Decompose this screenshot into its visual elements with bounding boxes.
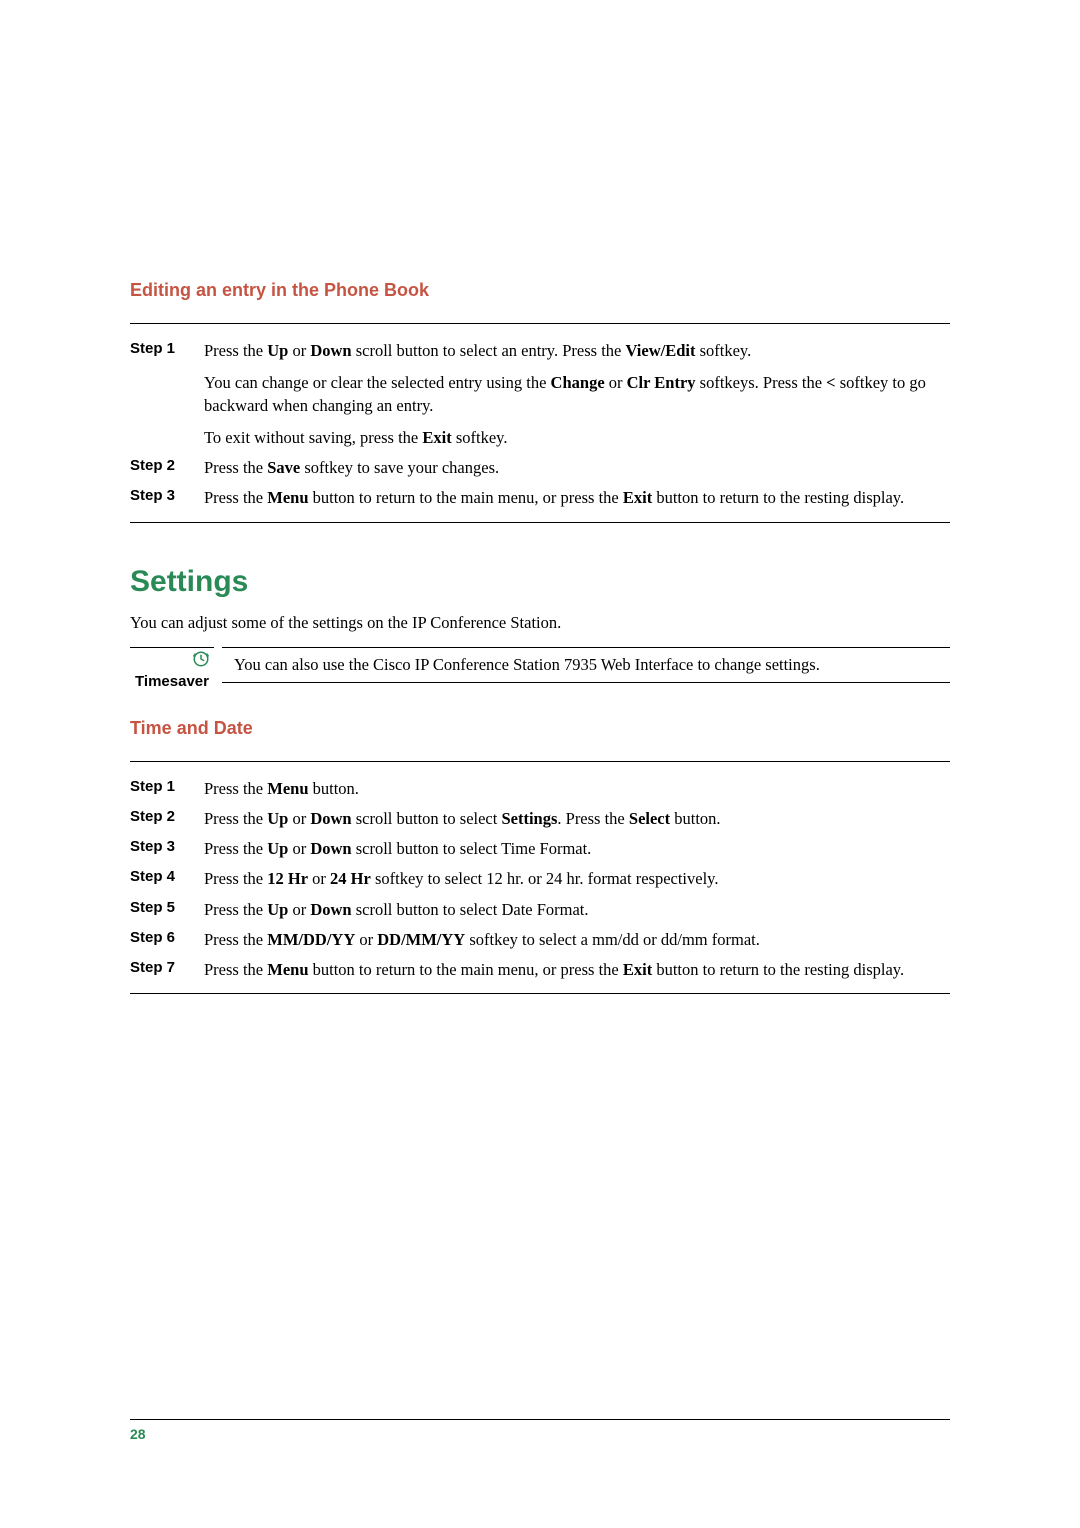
bold-term: <: [826, 373, 835, 392]
step-row: Step 3Press the Menu button to return to…: [130, 481, 950, 511]
step-row: Step 1Press the Menu button.: [130, 772, 950, 802]
step-body: Press the Up or Down scroll button to se…: [204, 802, 950, 832]
subsection-heading-timedate: Time and Date: [130, 718, 950, 739]
step-body: Press the Menu button.: [204, 772, 950, 802]
bold-term: Exit: [422, 428, 451, 447]
step-paragraph: Press the Save softkey to save your chan…: [204, 457, 950, 479]
bold-term: Up: [267, 839, 288, 858]
bold-term: Down: [310, 809, 351, 828]
step-paragraph: Press the 12 Hr or 24 Hr softkey to sele…: [204, 868, 950, 890]
bold-term: View/Edit: [625, 341, 695, 360]
rule-top-1: [130, 323, 950, 324]
clock-icon: [192, 650, 210, 668]
timesaver-label: Timesaver: [135, 671, 209, 690]
bold-term: Clr Entry: [627, 373, 696, 392]
step-paragraph: To exit without saving, press the Exit s…: [204, 427, 950, 449]
step-body: Press the Up or Down scroll button to se…: [204, 893, 950, 923]
step-row: Step 5Press the Up or Down scroll button…: [130, 893, 950, 923]
step-row: Step 2Press the Save softkey to save you…: [130, 451, 950, 481]
bold-term: Change: [551, 373, 605, 392]
bold-term: Save: [267, 458, 300, 477]
bold-term: DD/MM/YY: [377, 930, 465, 949]
step-body: Press the MM/DD/YY or DD/MM/YY softkey t…: [204, 923, 950, 953]
bold-term: Up: [267, 900, 288, 919]
step-body: Press the Save softkey to save your chan…: [204, 451, 950, 481]
bold-term: Down: [310, 839, 351, 858]
step-paragraph: Press the Menu button to return to the m…: [204, 959, 950, 981]
step-body: Press the 12 Hr or 24 Hr softkey to sele…: [204, 862, 950, 892]
step-row: Step 2Press the Up or Down scroll button…: [130, 802, 950, 832]
rule-bottom-1: [130, 522, 950, 523]
bold-term: Up: [267, 341, 288, 360]
step-label: Step 3: [130, 832, 204, 862]
step-label: Step 3: [130, 481, 204, 511]
step-paragraph: Press the MM/DD/YY or DD/MM/YY softkey t…: [204, 929, 950, 951]
rule-bottom-2: [130, 993, 950, 994]
timesaver-text: You can also use the Cisco IP Conference…: [222, 647, 950, 683]
bold-term: MM/DD/YY: [267, 930, 355, 949]
page-number: 28: [130, 1426, 146, 1442]
step-paragraph: Press the Menu button.: [204, 778, 950, 800]
bold-term: Menu: [267, 960, 308, 979]
step-label: Step 2: [130, 451, 204, 481]
step-body: Press the Menu button to return to the m…: [204, 481, 950, 511]
step-paragraph: Press the Up or Down scroll button to se…: [204, 808, 950, 830]
bold-term: Settings: [501, 809, 557, 828]
step-paragraph: Press the Up or Down scroll button to se…: [204, 340, 950, 362]
step-label: Step 1: [130, 772, 204, 802]
step-row: Step 3Press the Up or Down scroll button…: [130, 832, 950, 862]
step-paragraph: Press the Menu button to return to the m…: [204, 487, 950, 509]
bold-term: 12 Hr: [267, 869, 308, 888]
bold-term: Menu: [267, 779, 308, 798]
bold-term: Down: [310, 341, 351, 360]
step-label: Step 4: [130, 862, 204, 892]
step-row: Step 1Press the Up or Down scroll button…: [130, 334, 950, 451]
step-label: Step 1: [130, 334, 204, 451]
timesaver-note: Timesaver You can also use the Cisco IP …: [130, 647, 950, 690]
steps-block-1: Step 1Press the Up or Down scroll button…: [130, 334, 950, 512]
timesaver-left: Timesaver: [130, 647, 214, 690]
step-paragraph: You can change or clear the selected ent…: [204, 372, 950, 417]
step-paragraph: Press the Up or Down scroll button to se…: [204, 838, 950, 860]
subsection-heading-editing: Editing an entry in the Phone Book: [130, 280, 950, 301]
bold-term: Menu: [267, 488, 308, 507]
step-paragraph: Press the Up or Down scroll button to se…: [204, 899, 950, 921]
settings-intro-text: You can adjust some of the settings on t…: [130, 613, 950, 633]
bold-term: Exit: [623, 488, 652, 507]
step-label: Step 6: [130, 923, 204, 953]
step-body: Press the Menu button to return to the m…: [204, 953, 950, 983]
step-label: Step 5: [130, 893, 204, 923]
rule-top-2: [130, 761, 950, 762]
bold-term: Down: [310, 900, 351, 919]
step-row: Step 4Press the 12 Hr or 24 Hr softkey t…: [130, 862, 950, 892]
footer-rule: [130, 1419, 950, 1420]
document-page: Editing an entry in the Phone Book Step …: [0, 0, 1080, 1528]
section-heading-settings: Settings: [130, 565, 950, 599]
step-row: Step 6Press the MM/DD/YY or DD/MM/YY sof…: [130, 923, 950, 953]
steps-block-2: Step 1Press the Menu button.Step 2Press …: [130, 772, 950, 984]
step-body: Press the Up or Down scroll button to se…: [204, 832, 950, 862]
step-label: Step 2: [130, 802, 204, 832]
bold-term: Up: [267, 809, 288, 828]
bold-term: Select: [629, 809, 670, 828]
bold-term: 24 Hr: [330, 869, 371, 888]
step-body: Press the Up or Down scroll button to se…: [204, 334, 950, 451]
bold-term: Exit: [623, 960, 652, 979]
step-row: Step 7Press the Menu button to return to…: [130, 953, 950, 983]
timesaver-icon-wrap: [130, 647, 214, 671]
step-label: Step 7: [130, 953, 204, 983]
